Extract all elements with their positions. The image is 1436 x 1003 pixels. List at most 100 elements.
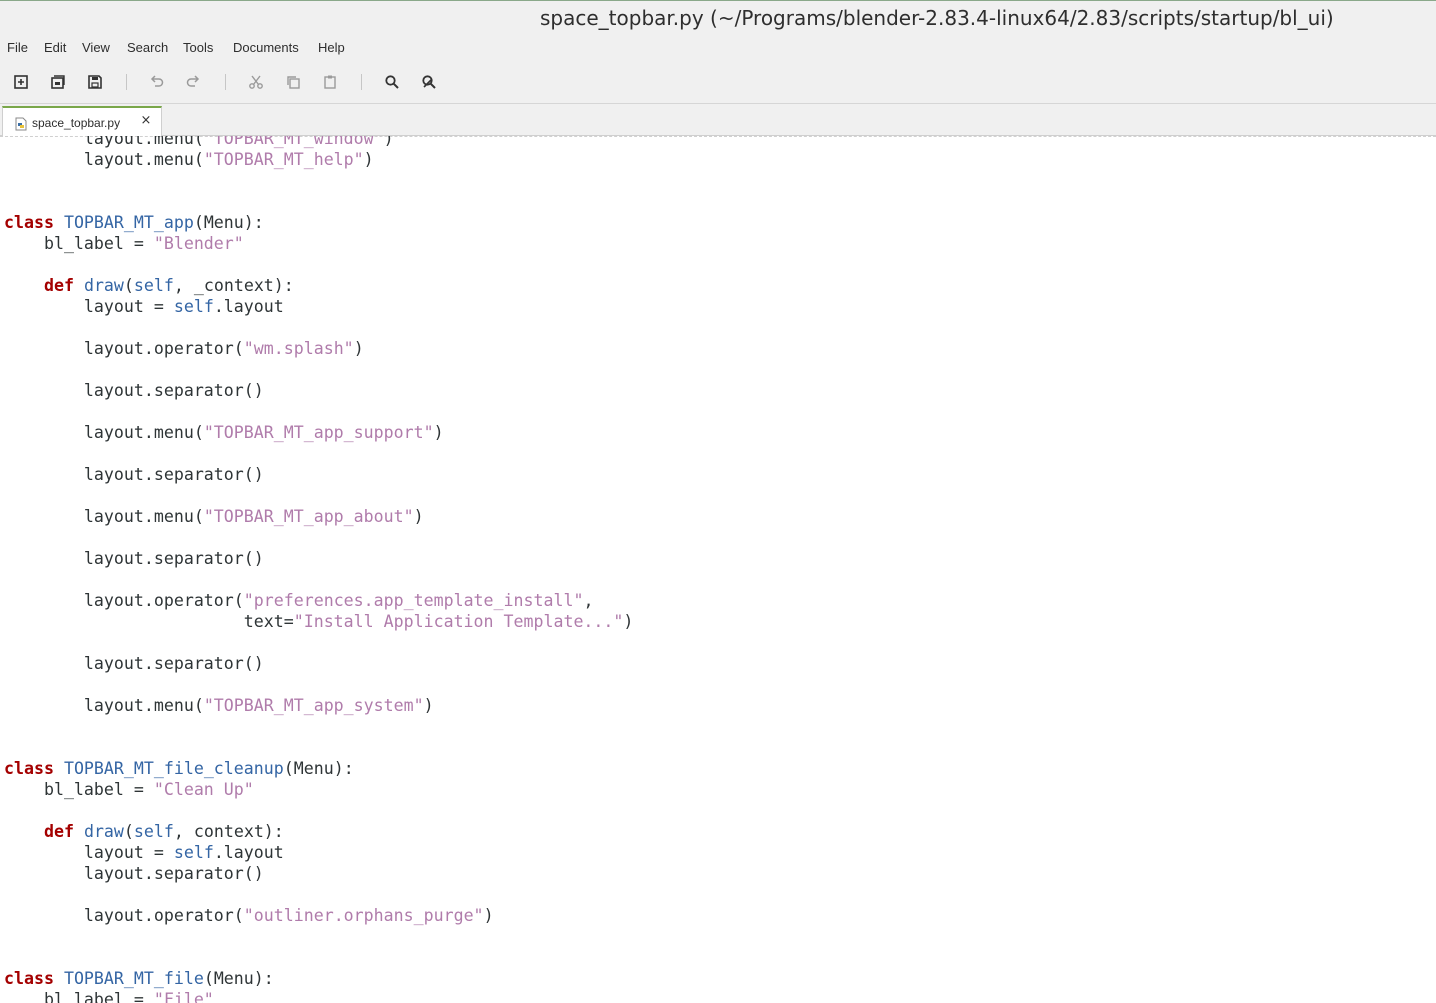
code-line: layout.operator("preferences.app_templat… bbox=[4, 590, 633, 611]
code-identifier: draw bbox=[83, 822, 124, 841]
code-text: .layout bbox=[213, 297, 284, 316]
code-line: layout.separator() bbox=[4, 548, 633, 569]
tab-label: space_topbar.py bbox=[32, 116, 121, 130]
code-line: layout = self.layout bbox=[4, 842, 633, 863]
code-text: , bbox=[583, 591, 594, 610]
tab-space-topbar[interactable]: space_topbar.py × bbox=[2, 106, 162, 136]
code-text: ( bbox=[123, 822, 134, 841]
code-keyword: class bbox=[4, 969, 54, 988]
code-text: layout.separator() bbox=[4, 465, 264, 484]
code-line: bl_label = "Blender" bbox=[4, 233, 633, 254]
redo-icon bbox=[186, 75, 200, 87]
code-text: , _context): bbox=[173, 276, 294, 295]
code-line: layout.separator() bbox=[4, 464, 633, 485]
code-line: layout.separator() bbox=[4, 653, 633, 674]
code-text: .layout bbox=[213, 843, 284, 862]
code-text: bl_label = bbox=[4, 234, 154, 253]
close-icon[interactable]: × bbox=[139, 114, 153, 128]
toolbar-separator bbox=[126, 74, 127, 90]
code-text: layout.separator() bbox=[4, 864, 264, 883]
code-text: layout = bbox=[4, 297, 174, 316]
undo-button[interactable] bbox=[147, 72, 167, 92]
menu-tools[interactable]: Tools bbox=[183, 40, 213, 55]
code-identifier: self bbox=[133, 822, 174, 841]
find-button[interactable] bbox=[382, 72, 402, 92]
code-line: layout.separator() bbox=[4, 863, 633, 884]
tab-bar: space_topbar.py × bbox=[0, 104, 1436, 136]
code-string: "preferences.app_template_install" bbox=[243, 591, 584, 610]
paste-button[interactable] bbox=[320, 72, 340, 92]
cut-icon bbox=[249, 75, 263, 89]
code-string: "TOPBAR_MT_window" bbox=[203, 136, 384, 148]
code-line: layout.menu("TOPBAR_MT_app_system") bbox=[4, 695, 633, 716]
cut-button[interactable] bbox=[246, 72, 266, 92]
open-recent-button[interactable] bbox=[48, 72, 68, 92]
code-line: class TOPBAR_MT_app(Menu): bbox=[4, 212, 633, 233]
code-text: layout.menu( bbox=[4, 423, 204, 442]
code-identifier: self bbox=[173, 297, 214, 316]
code-line: text="Install Application Template...") bbox=[4, 611, 634, 632]
code-string: "TOPBAR_MT_help" bbox=[203, 150, 364, 169]
menu-help[interactable]: Help bbox=[318, 40, 345, 55]
code-text: ) bbox=[423, 696, 434, 715]
code-string: "TOPBAR_MT_app_system" bbox=[203, 696, 424, 715]
code-line: bl_label = "File" bbox=[4, 989, 633, 1003]
code-text: layout.separator() bbox=[4, 549, 264, 568]
code-text: text= bbox=[4, 612, 294, 631]
find-replace-button[interactable] bbox=[419, 72, 439, 92]
toolbar-separator bbox=[225, 74, 226, 90]
code-text: ) bbox=[483, 906, 494, 925]
code-text: layout.menu( "TOPBAR_MT_window") layout.m… bbox=[4, 136, 633, 1003]
code-line: bl_label = "Clean Up" bbox=[4, 779, 633, 800]
new-document-button[interactable] bbox=[11, 72, 31, 92]
code-identifier: draw bbox=[83, 276, 124, 295]
menu-search[interactable]: Search bbox=[127, 40, 168, 55]
code-text: ( bbox=[123, 276, 134, 295]
code-text: bl_label = bbox=[4, 780, 154, 799]
new-document-icon bbox=[14, 75, 28, 89]
menu-documents[interactable]: Documents bbox=[233, 40, 299, 55]
code-editor[interactable]: layout.menu( "TOPBAR_MT_window") layout.m… bbox=[0, 136, 1436, 1003]
code-line: layout.operator("wm.splash") bbox=[4, 338, 633, 359]
code-string: "TOPBAR_MT_app_support" bbox=[203, 423, 434, 442]
paste-icon bbox=[324, 75, 336, 89]
copy-icon bbox=[287, 76, 300, 89]
toolbar-separator bbox=[361, 74, 362, 90]
save-button[interactable] bbox=[85, 72, 105, 92]
code-keyword: class bbox=[4, 213, 54, 232]
code-text: layout.operator( bbox=[4, 906, 244, 925]
code-text: (Menu): bbox=[203, 969, 274, 988]
menu-view[interactable]: View bbox=[82, 40, 110, 55]
code-line: layout.separator() bbox=[4, 380, 633, 401]
save-icon bbox=[88, 75, 102, 89]
redo-button[interactable] bbox=[183, 72, 203, 92]
code-identifier: self bbox=[133, 276, 174, 295]
menu-edit[interactable]: Edit bbox=[44, 40, 66, 55]
code-line: def draw(self, context): bbox=[4, 821, 633, 842]
code-text: , context): bbox=[173, 822, 284, 841]
find-replace-icon bbox=[422, 75, 436, 89]
find-icon bbox=[385, 75, 399, 89]
code-text: (Menu): bbox=[193, 213, 264, 232]
code-line: def draw(self, _context): bbox=[4, 275, 633, 296]
menu-file[interactable]: File bbox=[7, 40, 28, 55]
code-line: class TOPBAR_MT_file_cleanup(Menu): bbox=[4, 758, 633, 779]
code-text: layout.separator() bbox=[4, 654, 264, 673]
code-keyword: class bbox=[4, 759, 54, 778]
copy-button[interactable] bbox=[283, 72, 303, 92]
code-text: ) bbox=[383, 136, 394, 148]
